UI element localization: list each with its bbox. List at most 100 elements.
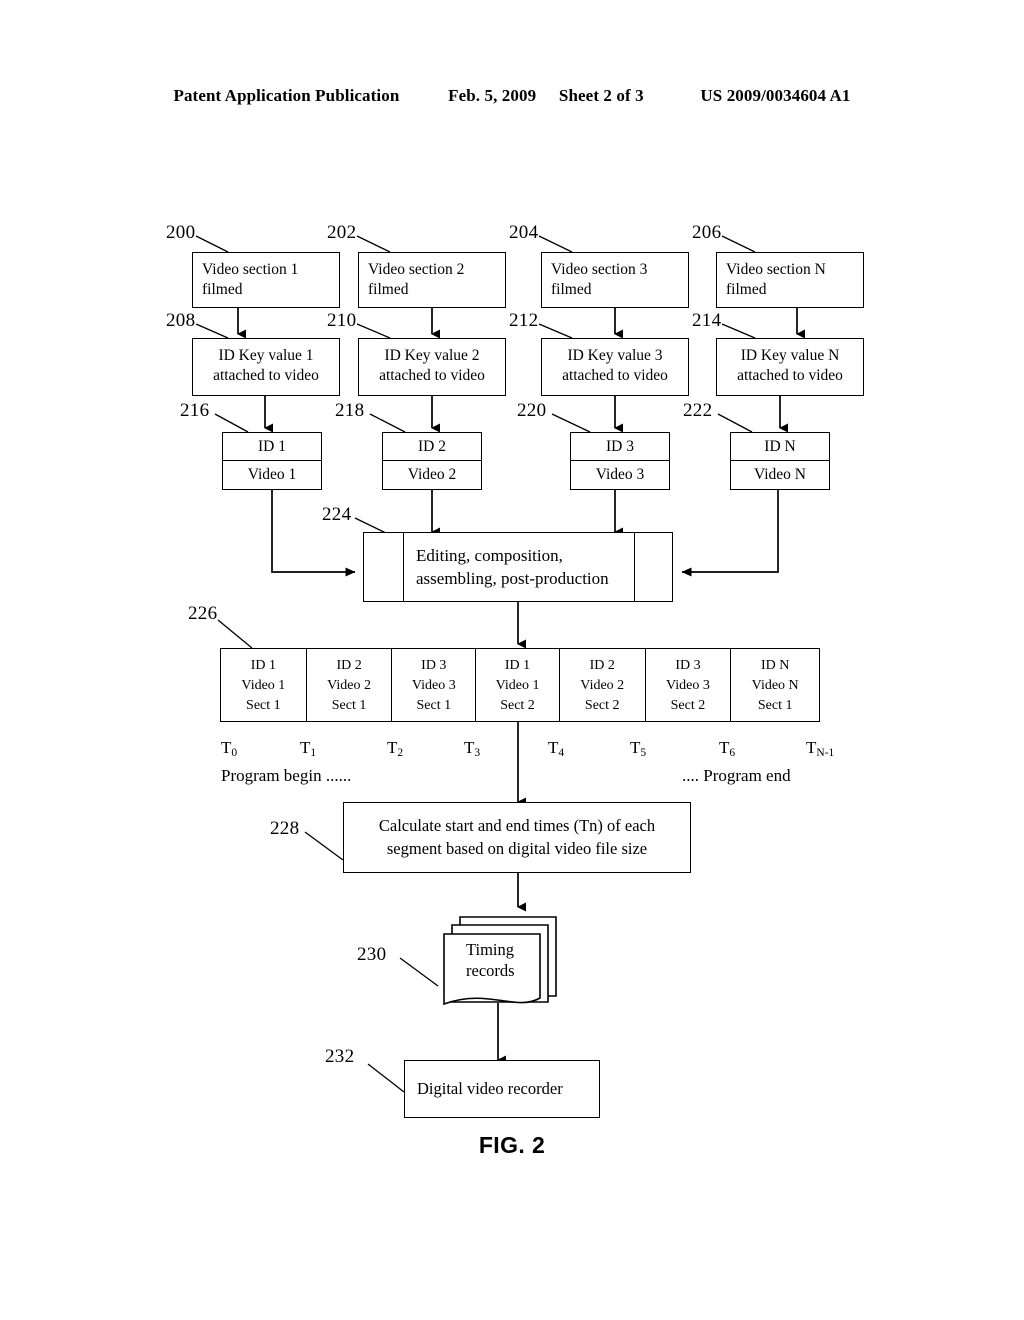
page-header: Patent Application Publication Feb. 5, 2… [0, 86, 1024, 106]
ref-226: 226 [188, 603, 218, 624]
time-label-t2: T2 [387, 738, 404, 759]
timeline-cell-sect: Sect 1 [416, 697, 452, 713]
digital-video-recorder-label: Digital video recorder [417, 1079, 563, 1099]
timeline-cell-id: ID 3 [675, 658, 701, 673]
time-label-sub: 1 [310, 747, 317, 759]
timeline-cell: ID 1 Video 1 Sect 2 [476, 649, 560, 721]
time-label-base: T [464, 738, 475, 757]
ref-212: 212 [509, 310, 539, 331]
time-label-base: T [221, 738, 232, 757]
id-video-n-id: ID N [731, 433, 829, 461]
id-key-value-1-line1: ID Key value 1 [218, 347, 314, 364]
video-section-3-line1: Video section 3 [551, 261, 648, 278]
timeline-cell-video: Video 1 [495, 677, 540, 693]
id-video-2-id: ID 2 [383, 433, 481, 461]
timeline-cell-video: Video 3 [411, 677, 456, 693]
calculate-times-box: Calculate start and end times (Tn) of ea… [343, 802, 691, 873]
id-key-value-1-box: ID Key value 1 attached to video [192, 338, 340, 396]
id-key-value-3-line2: attached to video [562, 366, 668, 384]
timeline-cell-video: Video 2 [327, 677, 372, 693]
calculate-box-line1: Calculate start and end times (Tn) of ea… [378, 816, 656, 836]
id-video-n-video: Video N [753, 466, 807, 483]
timeline-cell-id: ID 3 [421, 658, 447, 673]
header-date: Feb. 5, 2009 [448, 86, 537, 105]
header-sheet: Sheet 2 of 3 [558, 86, 644, 105]
time-label-base: T [719, 738, 730, 757]
timeline-cell-id: ID 2 [589, 658, 615, 673]
video-section-n-line2: filmed [726, 280, 767, 298]
digital-video-recorder-box: Digital video recorder [404, 1060, 600, 1118]
time-label-base: T [806, 738, 817, 757]
id-video-n-box: ID N Video N [730, 432, 830, 490]
header-publication: Patent Application Publication [173, 86, 400, 105]
time-label-t5: T5 [630, 738, 647, 759]
editing-box-main: Editing, composition, assembling, post-p… [404, 533, 634, 601]
id-video-2-box: ID 2 Video 2 [382, 432, 482, 490]
id-video-1-video: Video 1 [247, 466, 297, 483]
ref-218: 218 [335, 400, 365, 421]
video-section-2-line2: filmed [368, 280, 409, 298]
program-end-label: .... Program end [682, 766, 791, 785]
video-section-1-box: Video section 1 filmed [192, 252, 340, 308]
video-section-n-box: Video section N filmed [716, 252, 864, 308]
timing-records-document: Timing records [444, 917, 556, 1007]
id-video-3-id: ID 3 [571, 433, 669, 461]
timeline-cell-sect: Sect 2 [670, 697, 706, 713]
video-section-n-line1: Video section N [726, 261, 826, 278]
id-key-value-3-box: ID Key value 3 attached to video [541, 338, 689, 396]
time-label-base: T [300, 738, 311, 757]
time-label-sub: 5 [640, 747, 647, 759]
video-section-2-line1: Video section 2 [368, 261, 465, 278]
timeline-cell-id: ID 1 [504, 658, 531, 673]
time-label-sub: 2 [397, 747, 404, 759]
id-key-value-2-box: ID Key value 2 attached to video [358, 338, 506, 396]
id-key-value-n-line2: attached to video [737, 366, 843, 384]
timeline-cell: ID 1 Video 1 Sect 1 [221, 649, 307, 721]
ref-220: 220 [517, 400, 547, 421]
video-section-1-line1: Video section 1 [202, 261, 299, 278]
time-label-t3: T3 [464, 738, 480, 759]
timeline-cell-id: ID 1 [250, 658, 276, 673]
id-key-value-2-line1: ID Key value 2 [384, 347, 480, 364]
ref-210: 210 [327, 310, 357, 331]
id-key-value-n-box: ID Key value N attached to video [716, 338, 864, 396]
time-label-t4: T4 [548, 738, 565, 759]
timeline-cell-sect: Sect 2 [500, 697, 535, 713]
editing-line1: Editing, composition, [416, 545, 563, 565]
timeline-cell-id: ID 2 [336, 658, 362, 673]
ref-230: 230 [357, 944, 387, 965]
editing-composition-box: Editing, composition, assembling, post-p… [363, 532, 673, 602]
ref-232: 232 [325, 1046, 355, 1067]
ref-200: 200 [166, 222, 196, 243]
timeline-cell-video: Video 2 [580, 677, 625, 693]
timeline-cell-video: Video N [751, 677, 799, 693]
ref-216: 216 [180, 400, 210, 421]
ref-206: 206 [692, 222, 722, 243]
time-label-sub: 4 [558, 747, 565, 759]
time-label-tn-1: TN-1 [806, 738, 835, 759]
timeline-cell-video: Video 3 [666, 677, 710, 693]
ref-208: 208 [166, 310, 196, 331]
ref-202: 202 [327, 222, 357, 243]
ref-222: 222 [683, 400, 713, 421]
id-video-1-id: ID 1 [223, 433, 321, 461]
time-label-base: T [548, 738, 559, 757]
time-label-base: T [387, 738, 398, 757]
video-section-2-box: Video section 2 filmed [358, 252, 506, 308]
time-label-sub: N-1 [816, 747, 835, 759]
id-video-3-box: ID 3 Video 3 [570, 432, 670, 490]
calculate-box-line2: segment based on digital video file size [386, 838, 648, 858]
program-timeline-table: ID 1 Video 1 Sect 1 ID 2 Video 2 Sect 1 … [220, 648, 820, 722]
timeline-cell-sect: Sect 1 [246, 697, 281, 713]
id-key-value-3-line1: ID Key value 3 [567, 347, 663, 364]
time-label-t6: T6 [719, 738, 736, 759]
figure-caption: FIG. 2 [478, 1132, 546, 1158]
ref-224: 224 [322, 504, 352, 525]
time-label-sub: 6 [729, 747, 736, 759]
time-label-t0: T0 [221, 738, 237, 759]
program-begin-label: Program begin ...... [221, 766, 352, 785]
timeline-cell-sect: Sect 1 [757, 697, 793, 713]
video-section-3-line2: filmed [551, 280, 592, 298]
editing-box-right-compartment [634, 533, 672, 601]
id-key-value-1-line2: attached to video [213, 366, 319, 384]
